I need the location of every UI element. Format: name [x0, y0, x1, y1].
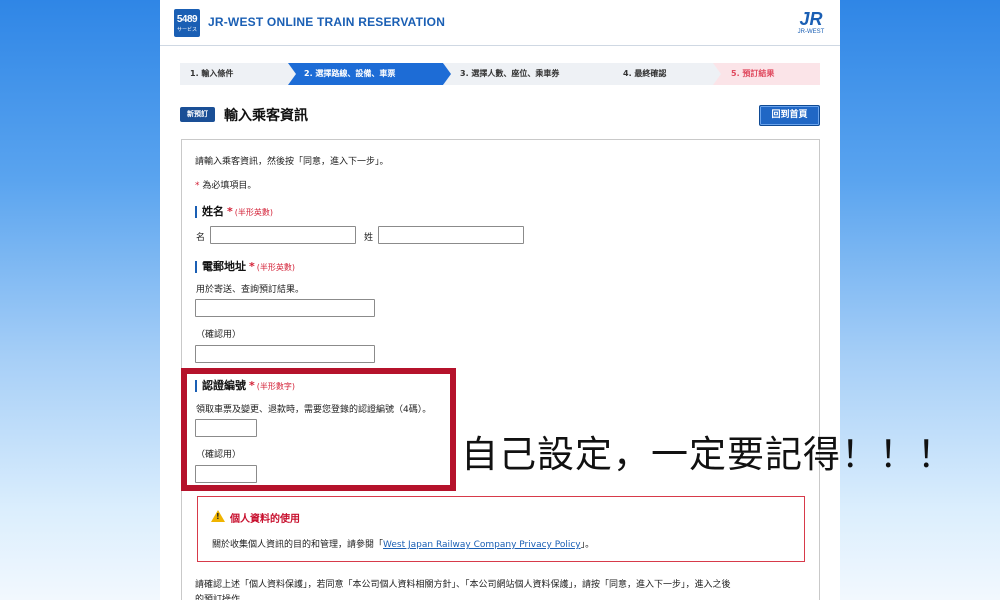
last-name-input[interactable]	[378, 226, 524, 244]
privacy-text-after: 」。	[580, 540, 595, 550]
back-to-home-button[interactable]: 回到首頁	[759, 105, 820, 126]
consent-text-line-2: 的預訂操作。	[195, 595, 250, 600]
privacy-text-before: 關於收集個人資訊的目的和管理，請參閱「	[212, 540, 384, 550]
5489-logo[interactable]: 5489 サービス	[174, 9, 200, 37]
auth-number-confirm-input[interactable]	[195, 465, 257, 483]
auth-confirm-label: （確認用）	[196, 450, 242, 460]
privacy-policy-link[interactable]: West Japan Railway Company Privacy Polic…	[383, 540, 581, 550]
annotation-text: 自己設定，一定要記得！！！	[461, 433, 955, 476]
name-required-star: *	[227, 205, 233, 218]
step-2-active: 2. 選擇路線、設備、車票	[288, 63, 451, 85]
page-title: 輸入乘客資訊	[224, 108, 308, 124]
first-name-label: 名	[196, 233, 206, 243]
app-title: JR-WEST ONLINE TRAIN RESERVATION	[208, 15, 446, 29]
last-name-label: 姓	[364, 233, 374, 243]
name-format-note: (半形英數)	[234, 208, 274, 217]
auth-required-star: *	[249, 379, 255, 392]
privacy-text: 關於收集個人資訊的目的和管理，請參閱「West Japan Railway Co…	[212, 537, 594, 550]
warning-icon: !	[211, 510, 225, 522]
required-mark: *	[195, 181, 200, 191]
logo-number: 5489	[176, 14, 198, 25]
first-name-input[interactable]	[210, 226, 356, 244]
email-description: 用於寄送、查詢預訂結果。	[196, 285, 305, 295]
privacy-notice-box: ! 個人資料的使用 關於收集個人資訊的目的和管理，請參閱「West Japan …	[197, 496, 805, 562]
email-confirm-input[interactable]	[195, 345, 375, 363]
email-section-title: 電郵地址 * (半形英數)	[195, 261, 295, 273]
title-row: 新預訂 輸入乘客資訊 回到首頁	[180, 105, 820, 127]
reservation-page: 5489 サービス JR-WEST ONLINE TRAIN RESERVATI…	[160, 0, 840, 600]
auth-format-note: (半形數字)	[256, 382, 296, 391]
progress-steps: 1. 輸入條件 2. 選擇路線、設備、車票 3. 選擇人數、座位、乘車券 4. …	[180, 63, 820, 85]
logo-sub: サービス	[176, 27, 197, 33]
form-intro: 請輸入乘客資訊，然後按「同意，進入下一步」。	[195, 157, 389, 167]
jr-logo-sub: JR-WEST	[797, 29, 825, 35]
name-section-title: 姓名 * (半形英數)	[195, 206, 273, 218]
email-input[interactable]	[195, 299, 375, 317]
email-format-note: (半形英數)	[256, 263, 296, 272]
new-reservation-badge: 新預訂	[180, 107, 215, 122]
auth-title: 認證編號	[202, 379, 246, 392]
email-title: 電郵地址	[202, 260, 246, 273]
site-header: 5489 サービス JR-WEST ONLINE TRAIN RESERVATI…	[160, 0, 840, 46]
consent-text-line-1: 請確認上述「個人資料保護」，若同意「本公司個人資料相關方針」、「本公司網站個人資…	[195, 580, 731, 590]
step-3: 3. 選擇人數、座位、乘車券	[443, 63, 615, 85]
jr-logo-text: JR	[799, 9, 823, 29]
jr-west-logo[interactable]: JR JR-WEST	[794, 9, 828, 37]
privacy-title: 個人資料的使用	[230, 514, 300, 525]
step-5: 5. 預訂結果	[713, 63, 820, 85]
required-note-text: 為必填項目。	[202, 181, 257, 191]
auth-description: 領取車票及變更、退款時，需要您登錄的認證編號（4碼）。	[196, 405, 432, 415]
required-note: * 為必填項目。	[195, 178, 256, 191]
name-title: 姓名	[202, 205, 224, 218]
step-1: 1. 輸入條件	[180, 63, 296, 85]
auth-section-title: 認證編號 * (半形數字)	[195, 380, 295, 392]
email-required-star: *	[249, 260, 255, 273]
passenger-form: 請輸入乘客資訊，然後按「同意，進入下一步」。 * 為必填項目。 姓名 * (半形英數…	[181, 139, 820, 600]
email-confirm-label: （確認用）	[196, 330, 242, 340]
auth-number-input[interactable]	[195, 419, 257, 437]
step-4: 4. 最終確認	[607, 63, 721, 85]
